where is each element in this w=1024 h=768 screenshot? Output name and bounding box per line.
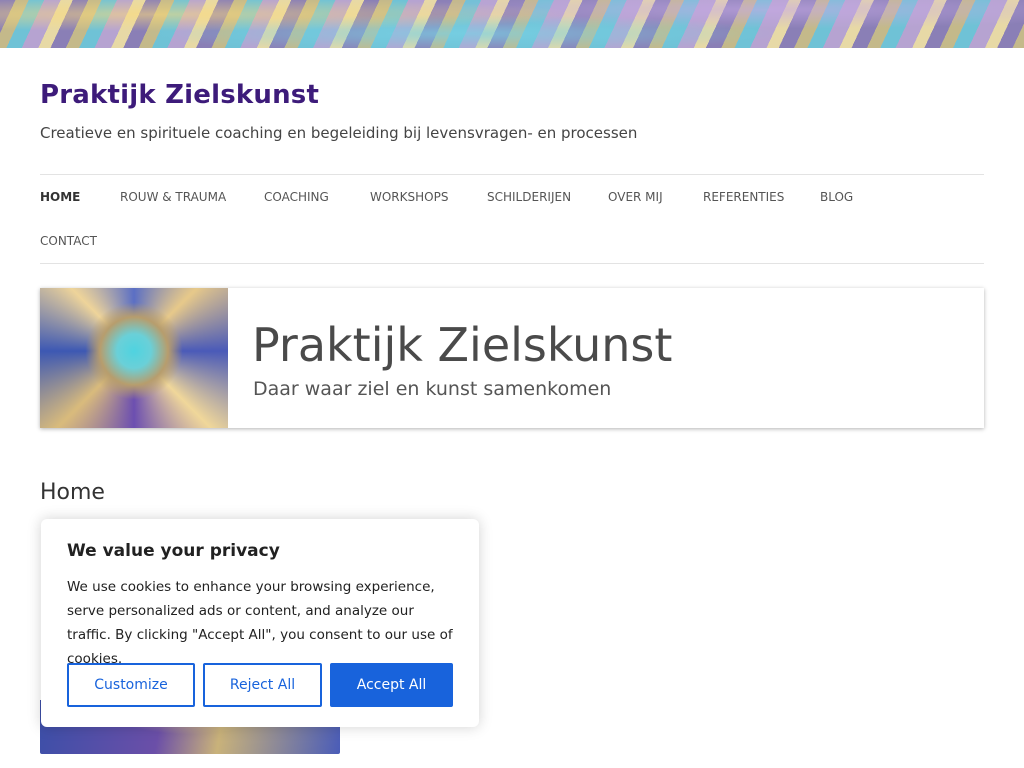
nav-item-over-mij[interactable]: Over mij (608, 190, 663, 204)
banner: Praktijk Zielskunst Daar waar ziel en ku… (40, 288, 984, 428)
banner-painting-image (40, 288, 228, 428)
banner-subtitle: Daar waar ziel en kunst samenkomen (253, 378, 612, 400)
reject-all-button[interactable]: Reject All (203, 663, 322, 707)
main-navigation: Home Rouw & Trauma Coaching Workshops Sc… (40, 174, 984, 264)
nav-item-coaching[interactable]: Coaching (264, 190, 329, 204)
nav-item-rouw-trauma[interactable]: Rouw & Trauma (120, 190, 226, 204)
header-image-strip (0, 0, 1024, 48)
customize-button[interactable]: Customize (67, 663, 195, 707)
nav-item-schilderijen[interactable]: Schilderijen (487, 190, 571, 204)
nav-item-home[interactable]: Home (40, 190, 80, 204)
nav-item-workshops[interactable]: Workshops (370, 190, 448, 204)
accept-all-button[interactable]: Accept All (330, 663, 453, 707)
cookie-title: We value your privacy (67, 541, 280, 561)
cookie-description: We use cookies to enhance your browsing … (67, 579, 453, 667)
nav-item-referenties[interactable]: Referenties (703, 190, 784, 204)
nav-item-blog[interactable]: Blog (820, 190, 853, 204)
cookie-consent-dialog: We value your privacy We use cookies to … (41, 519, 479, 727)
site-description: Creatieve en spirituele coaching en bege… (40, 124, 638, 142)
banner-title: Praktijk Zielskunst (252, 318, 673, 372)
site-title[interactable]: Praktijk Zielskunst (40, 80, 319, 110)
page-title: Home (40, 480, 105, 505)
nav-item-contact[interactable]: Contact (40, 234, 97, 248)
